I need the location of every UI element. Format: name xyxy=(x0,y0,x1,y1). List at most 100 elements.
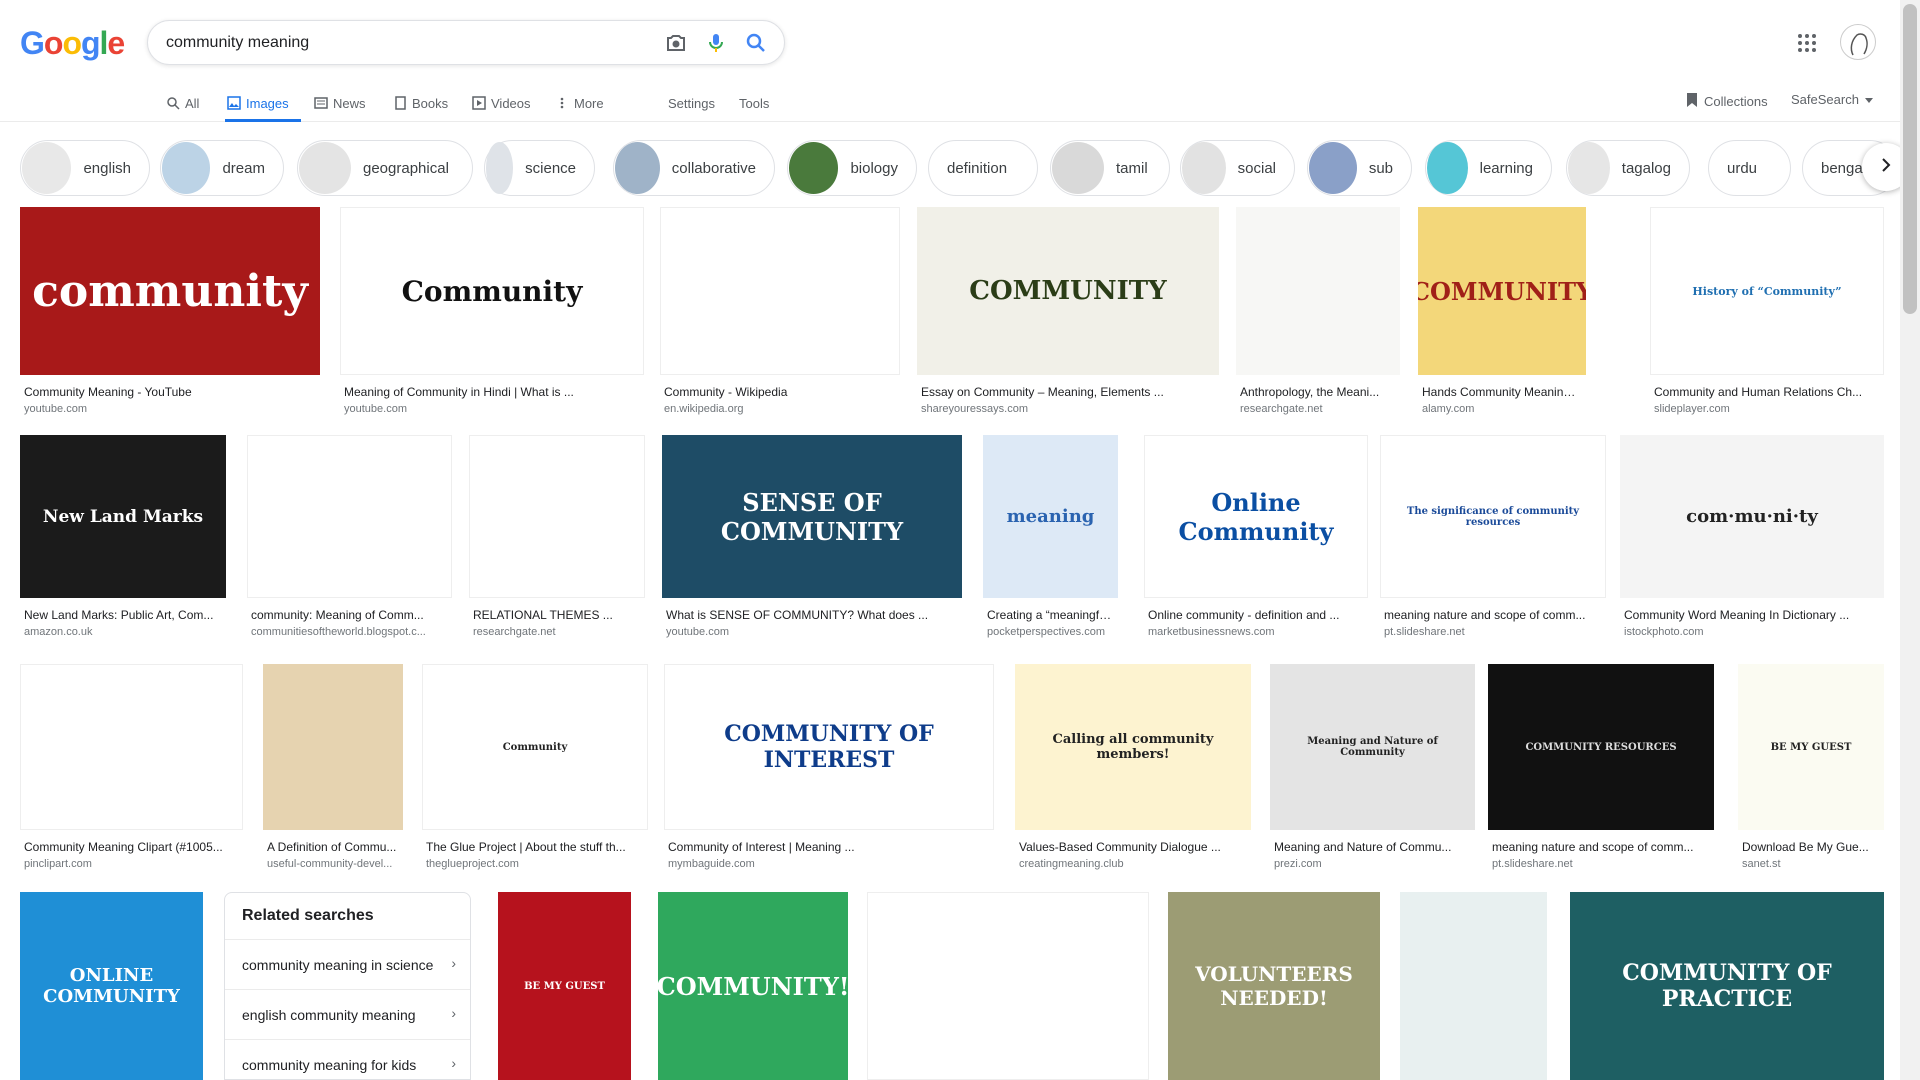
result-caption[interactable]: Creating a “meaningfu... xyxy=(987,608,1114,622)
google-logo[interactable]: Google xyxy=(20,25,125,62)
result-caption[interactable]: Community Meaning - YouTube xyxy=(24,385,316,399)
image-result[interactable]: Online Community Online community - defin… xyxy=(1144,435,1368,646)
chip-sub[interactable]: sub xyxy=(1307,140,1412,196)
result-caption[interactable]: Community of Interest | Meaning ... xyxy=(668,840,990,854)
result-caption[interactable]: meaning nature and scope of comm... xyxy=(1384,608,1602,622)
result-caption[interactable]: Anthropology, the Meani... xyxy=(1240,385,1396,399)
image-result[interactable]: BE MY GUEST Download Be My Gue... sanet.st xyxy=(1738,664,1884,878)
image-result[interactable]: ONLINE COMMUNITY xyxy=(20,892,203,1080)
tab-news[interactable]: News xyxy=(314,90,366,122)
image-result[interactable]: The significance of community resources m… xyxy=(1380,435,1606,646)
result-caption[interactable]: meaning nature and scope of comm... xyxy=(1492,840,1710,854)
chip-dream[interactable]: dream xyxy=(160,140,284,196)
image-result[interactable]: Community Meaning of Community in Hindi |… xyxy=(340,207,644,423)
image-result[interactable]: COMMUNITY RESOURCES meaning nature and sc… xyxy=(1488,664,1714,878)
image-result[interactable] xyxy=(867,892,1149,1080)
microphone-icon[interactable] xyxy=(704,31,728,55)
result-thumbnail[interactable]: COMMUNITY OF PRACTICE xyxy=(1570,892,1884,1080)
result-thumbnail[interactable] xyxy=(263,664,403,830)
result-caption[interactable]: Community - Wikipedia xyxy=(664,385,896,399)
result-thumbnail[interactable]: Online Community xyxy=(1144,435,1368,598)
image-result[interactable]: community Community Meaning - YouTube yout… xyxy=(20,207,320,423)
result-thumbnail[interactable]: COMMUNITY OF INTEREST xyxy=(664,664,994,830)
result-thumbnail[interactable] xyxy=(247,435,452,598)
result-thumbnail[interactable]: COMMUNITY RESOURCES xyxy=(1488,664,1714,830)
image-result[interactable]: Community Meaning Clipart (#1005... pincl… xyxy=(20,664,243,878)
chip-collaborative[interactable]: collaborative xyxy=(613,140,775,196)
collections-link[interactable]: Collections xyxy=(1686,92,1768,111)
result-thumbnail[interactable]: COMMUNITY xyxy=(1418,207,1586,375)
related-search-item[interactable]: english community meaning › xyxy=(225,989,470,1039)
result-thumbnail[interactable] xyxy=(867,892,1149,1080)
related-search-item[interactable]: community meaning for kids › xyxy=(225,1039,470,1080)
chip-learning[interactable]: learning xyxy=(1425,140,1552,196)
image-result[interactable]: com·mu·ni·ty Community Word Meaning In Di… xyxy=(1620,435,1884,646)
chip-social[interactable]: social xyxy=(1180,140,1295,196)
tab-books[interactable]: Books xyxy=(393,90,448,122)
tab-images[interactable]: Images xyxy=(225,90,301,122)
result-thumbnail[interactable]: ONLINE COMMUNITY xyxy=(20,892,203,1080)
result-caption[interactable]: Online community - definition and ... xyxy=(1148,608,1364,622)
result-thumbnail[interactable] xyxy=(469,435,645,598)
image-result[interactable]: Meaning and Nature of Community Meaning a… xyxy=(1270,664,1475,878)
result-thumbnail[interactable]: Meaning and Nature of Community xyxy=(1270,664,1475,830)
camera-icon[interactable] xyxy=(664,31,688,55)
image-result[interactable]: COMMUNITY! xyxy=(658,892,848,1080)
result-thumbnail[interactable]: New Land Marks xyxy=(20,435,226,598)
result-thumbnail[interactable] xyxy=(20,664,243,830)
result-caption[interactable]: A Definition of Commu... xyxy=(267,840,399,854)
result-thumbnail[interactable] xyxy=(1236,207,1400,375)
image-result[interactable]: A Definition of Commu... useful-community… xyxy=(263,664,403,878)
result-caption[interactable]: Values-Based Community Dialogue ... xyxy=(1019,840,1247,854)
image-result[interactable]: COMMUNITY OF INTEREST Community of Intere… xyxy=(664,664,994,878)
result-thumbnail[interactable]: History of “Community” xyxy=(1650,207,1884,375)
image-result[interactable]: COMMUNITY Hands Community Meaning Orga...… xyxy=(1418,207,1586,423)
result-thumbnail[interactable]: BE MY GUEST xyxy=(1738,664,1884,830)
scrollbar-thumb[interactable] xyxy=(1903,4,1917,314)
tools-link[interactable]: Tools xyxy=(739,90,769,122)
result-thumbnail[interactable]: BE MY GUEST xyxy=(498,892,631,1080)
result-caption[interactable]: Essay on Community – Meaning, Elements .… xyxy=(921,385,1215,399)
tab-more[interactable]: More xyxy=(555,90,604,122)
result-caption[interactable]: New Land Marks: Public Art, Com... xyxy=(24,608,222,622)
chip-geographical[interactable]: geographical xyxy=(297,140,473,196)
chip-biology[interactable]: biology xyxy=(787,140,917,196)
result-thumbnail[interactable] xyxy=(1400,892,1547,1080)
result-thumbnail[interactable]: Calling all community members! xyxy=(1015,664,1251,830)
image-result[interactable]: COMMUNITY OF PRACTICE xyxy=(1570,892,1884,1080)
result-thumbnail[interactable]: Community xyxy=(422,664,648,830)
result-caption[interactable]: RELATIONAL THEMES ... xyxy=(473,608,641,622)
result-thumbnail[interactable] xyxy=(660,207,900,375)
image-result[interactable]: Community - Wikipedia en.wikipedia.org xyxy=(660,207,900,423)
settings-link[interactable]: Settings xyxy=(668,90,715,122)
result-caption[interactable]: Community Meaning Clipart (#1005... xyxy=(24,840,239,854)
result-thumbnail[interactable]: community xyxy=(20,207,320,375)
result-caption[interactable]: Meaning of Community in Hindi | What is … xyxy=(344,385,640,399)
search-icon[interactable] xyxy=(744,31,768,55)
image-result[interactable]: Calling all community members! Values-Bas… xyxy=(1015,664,1251,878)
image-result[interactable]: meaning Creating a “meaningfu... pocketper… xyxy=(983,435,1118,646)
result-thumbnail[interactable]: SENSE OF COMMUNITY xyxy=(662,435,962,598)
result-caption[interactable]: Community and Human Relations Ch... xyxy=(1654,385,1880,399)
result-caption[interactable]: community: Meaning of Comm... xyxy=(251,608,448,622)
chip-tamil[interactable]: tamil xyxy=(1050,140,1170,196)
tab-all[interactable]: All xyxy=(166,90,199,122)
related-search-item[interactable]: community meaning in science › xyxy=(225,939,470,989)
image-result[interactable]: RELATIONAL THEMES ... researchgate.net xyxy=(469,435,645,646)
safesearch-menu[interactable]: SafeSearch xyxy=(1791,92,1873,107)
image-result[interactable]: History of “Community” Community and Huma… xyxy=(1650,207,1884,423)
chip-science[interactable]: science xyxy=(484,140,595,196)
result-caption[interactable]: The Glue Project | About the stuff th... xyxy=(426,840,644,854)
result-thumbnail[interactable]: COMMUNITY! xyxy=(658,892,848,1080)
chip-tagalog[interactable]: tagalog xyxy=(1566,140,1690,196)
result-caption[interactable]: What is SENSE OF COMMUNITY? What does ..… xyxy=(666,608,958,622)
image-result[interactable]: VOLUNTEERS NEEDED! xyxy=(1168,892,1380,1080)
search-input[interactable] xyxy=(166,31,626,55)
image-result[interactable] xyxy=(1400,892,1547,1080)
tab-videos[interactable]: Videos xyxy=(472,90,531,122)
image-result[interactable]: community: Meaning of Comm... communities… xyxy=(247,435,452,646)
chip-urdu[interactable]: urdu xyxy=(1708,140,1791,196)
image-result[interactable]: Anthropology, the Meani... researchgate.n… xyxy=(1236,207,1400,423)
result-caption[interactable]: Community Word Meaning In Dictionary ... xyxy=(1624,608,1880,622)
result-thumbnail[interactable]: The significance of community resources xyxy=(1380,435,1606,598)
